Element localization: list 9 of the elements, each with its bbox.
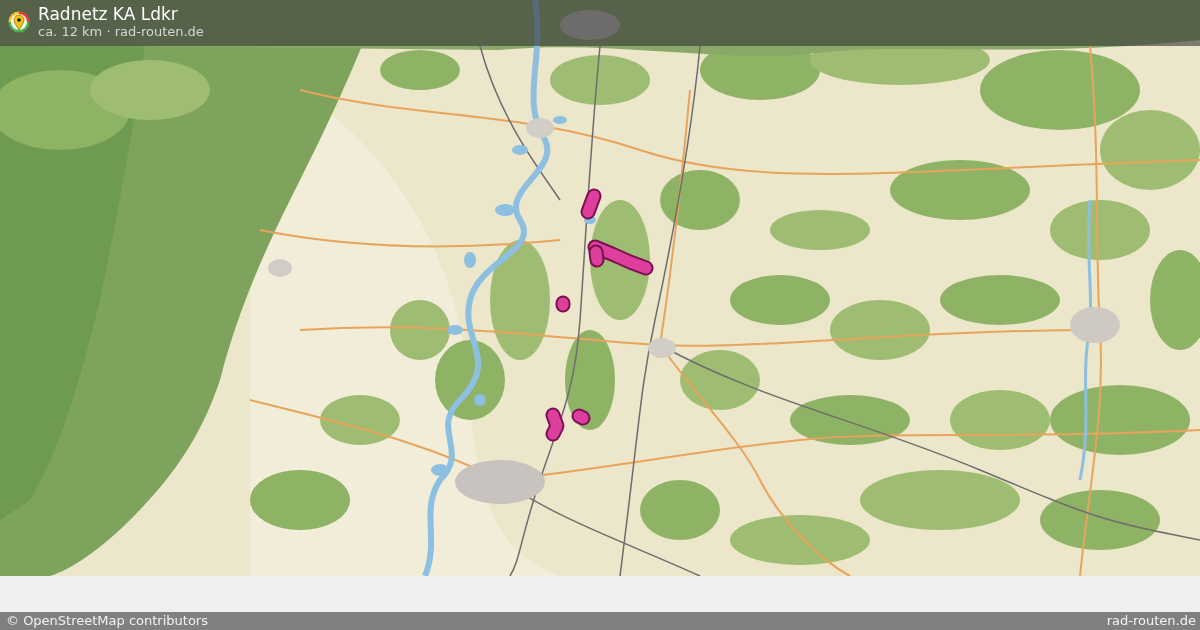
route-subtitle: ca. 12 km · rad-routen.de xyxy=(38,24,204,40)
route-title: Radnetz KA Ldkr xyxy=(38,4,179,24)
route-segment xyxy=(580,188,602,220)
site-name: rad-routen.de xyxy=(1106,613,1196,629)
route-segment xyxy=(545,407,565,442)
route-segment xyxy=(555,295,571,313)
route-segment xyxy=(571,408,591,426)
map-pin-icon xyxy=(8,11,30,33)
attribution-text: © OpenStreetMap contributors xyxy=(6,613,208,629)
